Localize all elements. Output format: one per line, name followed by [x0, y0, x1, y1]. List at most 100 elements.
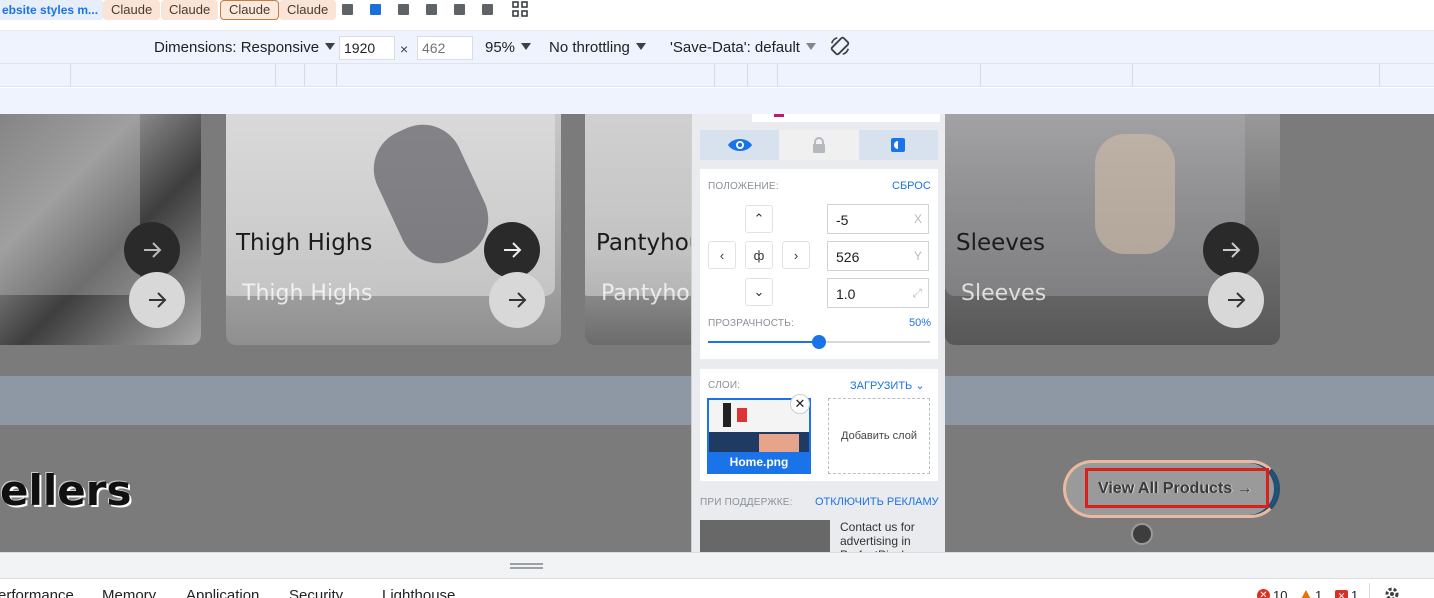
devtools-resize-bar[interactable] [0, 552, 1434, 578]
dimensions-label: Dimensions: Responsive [154, 39, 320, 56]
layers-label: СЛОИ: [708, 380, 741, 391]
y-position-field[interactable]: 526 Y [827, 241, 929, 271]
scale-value: 1.0 [836, 286, 856, 302]
resize-icon: ⤢ [912, 286, 922, 300]
bookmark-icon-5[interactable] [454, 4, 465, 15]
center-icon: ф [753, 247, 765, 263]
arrow-right-icon [509, 292, 527, 308]
device-toolbar: Dimensions: Responsive × 95% No throttli… [0, 30, 1434, 63]
tab-lock[interactable] [779, 130, 859, 160]
bookmarks-bar: ebsite styles m... Claude Claude Claude … [0, 0, 1434, 22]
bookmark-website-styles[interactable]: ebsite styles m... [0, 0, 105, 20]
width-input[interactable] [339, 36, 395, 60]
bookmark-claude-3[interactable]: Claude [220, 0, 280, 20]
bookmark-icon-4[interactable] [426, 4, 437, 15]
panel-tabs [700, 130, 938, 160]
opacity-label: ПРОЗРАЧНОСТЬ: [708, 318, 794, 329]
x-position-field[interactable]: -5 X [827, 204, 929, 234]
move-right-button[interactable]: › [782, 241, 810, 269]
tab-visibility[interactable] [700, 130, 780, 160]
card-arrow-button[interactable] [484, 222, 540, 278]
rotate-icon[interactable] [829, 35, 851, 57]
position-card: ПОЛОЖЕНИЕ: СБРОС ⌃ ‹ ф › ⌄ -5 X 526 Y 1.… [700, 169, 938, 359]
move-up-button[interactable]: ⌃ [745, 205, 773, 233]
height-input[interactable] [417, 36, 473, 60]
times-icon: × [400, 41, 409, 57]
center-button[interactable]: ф [745, 241, 773, 269]
warning-count[interactable]: 1 [1300, 588, 1322, 598]
caret-down-icon [805, 43, 816, 50]
bestsellers-heading: ellers [0, 466, 132, 515]
disable-ads-link[interactable]: ОТКЛЮЧИТЬ РЕКЛАМУ [815, 496, 939, 508]
view-all-products-button[interactable]: View All Products → [1063, 460, 1280, 518]
eye-icon [727, 139, 752, 151]
zoom-dropdown[interactable]: 95% [485, 39, 532, 56]
caret-down-icon [325, 43, 336, 50]
card-title: Thigh Highs [236, 230, 373, 256]
opacity-slider-fill [708, 341, 819, 343]
ad-text[interactable]: Contact us for advertising in PerfectPix… [840, 520, 940, 552]
caret-down-icon [635, 43, 646, 50]
ad-image[interactable] [700, 520, 830, 552]
category-card-1[interactable] [0, 114, 201, 345]
arrow-right-icon [144, 242, 162, 258]
error-count-value: 10 [1273, 588, 1288, 598]
opacity-value: 50% [909, 317, 932, 329]
save-data-dropdown[interactable]: 'Save-Data': default [670, 39, 816, 56]
scale-field[interactable]: 1.0 ⤢ [827, 278, 929, 308]
card-arrow-button[interactable] [1203, 222, 1259, 278]
card-arrow-button[interactable] [124, 222, 180, 278]
overlay-ghost [585, 114, 700, 296]
bookmark-claude-1[interactable]: Claude [103, 0, 161, 20]
y-value: 526 [836, 249, 860, 265]
card-title: Sleeves [956, 230, 1046, 256]
x-suffix: X [913, 212, 922, 226]
bookmark-claude-4[interactable]: Claude [279, 0, 337, 20]
bookmark-icon-3[interactable] [398, 4, 409, 15]
carousel-dot[interactable] [1131, 523, 1153, 545]
bookmark-icon-6[interactable] [482, 4, 493, 15]
category-card-thigh-highs[interactable]: Thigh Highs Thigh Highs [226, 114, 561, 345]
drag-handle-icon[interactable] [510, 563, 543, 569]
save-data-label: 'Save-Data': default [670, 39, 800, 56]
remove-layer-button[interactable]: ✕ [790, 394, 810, 414]
add-layer-button[interactable]: Добавить слой [828, 398, 930, 474]
apps-grid-icon[interactable] [512, 1, 528, 17]
dimensions-dropdown[interactable]: Dimensions: Responsive [154, 39, 336, 56]
reset-link[interactable]: СБРОС [892, 180, 931, 192]
category-card-sleeves[interactable]: Sleeves Sleeves [945, 114, 1280, 345]
tab-performance[interactable]: erformance [0, 587, 74, 598]
layer-name: Home.png [709, 452, 809, 472]
tab-security[interactable]: Security [289, 587, 343, 598]
layers-card: СЛОИ: ЗАГРУЗИТЬ ⌄ Home.png ✕ Добавить сл… [700, 369, 938, 481]
tab-invert[interactable] [858, 130, 938, 160]
arm-shape [1095, 134, 1175, 254]
issue-count[interactable]: ✕ 1 [1335, 588, 1358, 598]
move-down-button[interactable]: ⌄ [745, 278, 773, 306]
bookmark-claude-2[interactable]: Claude [161, 0, 219, 20]
opacity-slider-knob[interactable] [812, 335, 826, 349]
card-arrow-button-ghost[interactable] [489, 272, 545, 328]
tab-application[interactable]: Application [186, 587, 259, 598]
tab-memory[interactable]: Memory [102, 587, 156, 598]
card-arrow-button-ghost[interactable] [1208, 272, 1264, 328]
arrow-right-icon [149, 292, 167, 308]
card-arrow-button-ghost[interactable] [129, 272, 185, 328]
view-all-label: View All Products → [1098, 480, 1253, 497]
divider [1369, 583, 1370, 598]
throttling-dropdown[interactable]: No throttling [549, 39, 646, 56]
bookmark-icon-1[interactable] [342, 4, 353, 15]
category-card-pantyhose[interactable]: Pantyhou Pantyhou [585, 114, 700, 345]
upload-link[interactable]: ЗАГРУЗИТЬ ⌄ [850, 379, 925, 392]
chevron-down-icon: ⌄ [915, 380, 925, 392]
bookmark-icon-2[interactable] [370, 4, 381, 15]
chevron-right-icon: › [793, 247, 799, 263]
throttling-label: No throttling [549, 39, 630, 56]
error-count[interactable]: ✕ 10 [1257, 588, 1287, 598]
opacity-slider[interactable] [708, 335, 930, 349]
card-title-ghost: Thigh Highs [242, 281, 373, 306]
tab-lighthouse[interactable]: Lighthouse [382, 587, 455, 598]
move-left-button[interactable]: ‹ [708, 241, 736, 269]
gear-icon[interactable] [1383, 585, 1401, 598]
issue-count-value: 1 [1351, 588, 1359, 598]
